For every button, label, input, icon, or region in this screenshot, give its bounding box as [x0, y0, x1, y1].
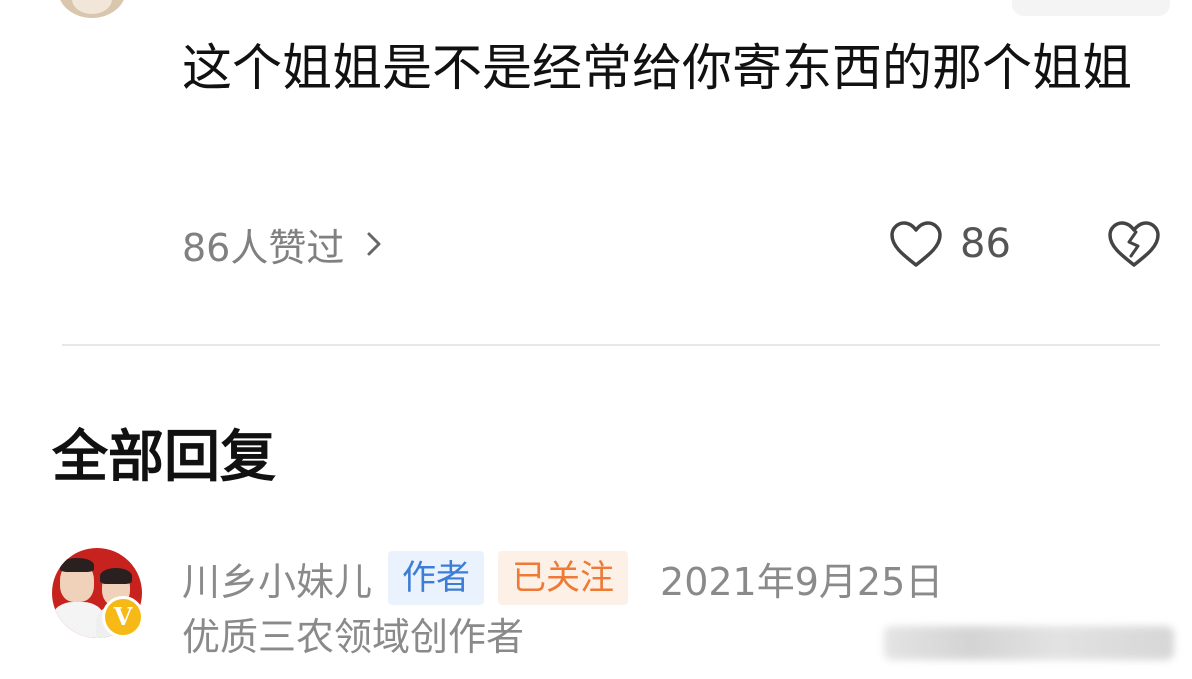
creator-description: 优质三农领域创作者: [182, 615, 525, 659]
like-button[interactable]: 86: [888, 214, 1011, 274]
v-badge-icon: V: [102, 596, 144, 638]
reply-date: 2021年9月25日: [660, 559, 944, 604]
divider: [62, 344, 1160, 346]
heart-outline-icon: [890, 221, 942, 267]
broken-heart-icon[interactable]: [1106, 218, 1162, 270]
avatar-hair-man: [60, 558, 94, 572]
all-replies-title: 全部回复: [52, 425, 276, 490]
reply-meta: 川乡小妹儿 作者 已关注 2021年9月25日: [182, 550, 943, 606]
avatar-hair-woman: [100, 568, 132, 584]
likes-link[interactable]: 86人赞过: [182, 220, 382, 270]
comment-text: 这个姐姐是不是经常给你寄东西的那个姐姐: [182, 39, 1132, 97]
previous-commenter-avatar[interactable]: [58, 0, 126, 18]
following-tag[interactable]: 已关注: [498, 551, 629, 605]
author-tag: 作者: [388, 551, 485, 605]
likes-link-label: 86人赞过: [182, 225, 345, 270]
reply-username[interactable]: 川乡小妹儿: [182, 551, 372, 606]
like-count: 86: [960, 221, 1011, 267]
chevron-right-icon: [367, 232, 381, 256]
follow-chip[interactable]: [1012, 0, 1170, 16]
blurred-watermark: [884, 626, 1174, 660]
